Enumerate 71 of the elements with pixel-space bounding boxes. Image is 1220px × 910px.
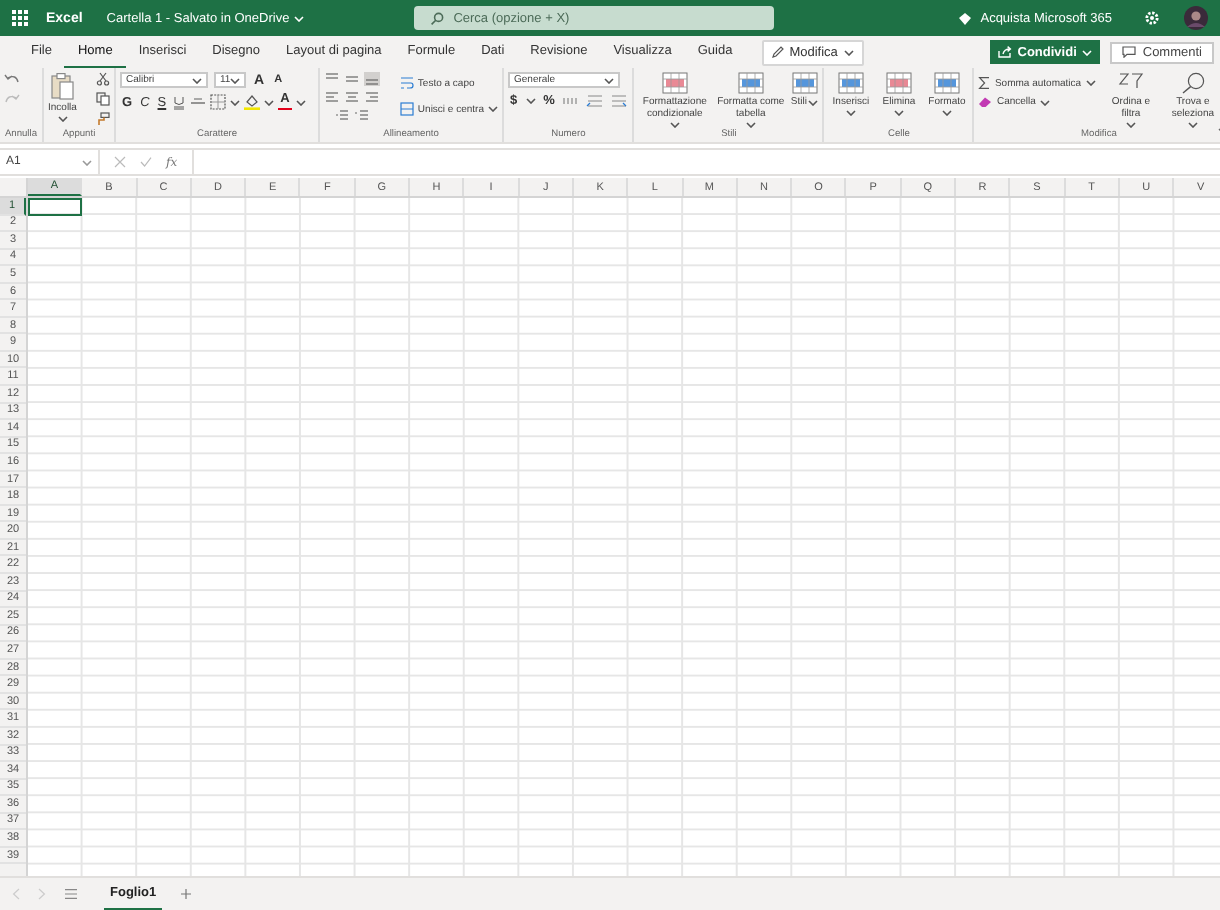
cell-styles-icon [791,72,818,94]
add-sheet-icon[interactable] [180,888,193,900]
sigma-icon [978,76,991,90]
align-right-icon[interactable] [364,90,380,104]
previous-sheet-icon[interactable] [12,888,20,900]
sheet-list-icon[interactable] [64,888,78,900]
caret-icon [230,99,241,105]
increase-indent-icon[interactable] [354,108,370,122]
caret-icon [295,99,306,105]
borders-icon[interactable] [210,94,227,110]
copy-icon[interactable] [96,92,110,106]
comment-icon [1122,46,1137,58]
decrease-indent-icon[interactable] [334,108,350,122]
table-format-icon [737,72,764,94]
next-sheet-icon[interactable] [38,888,46,900]
diamond-icon [958,11,973,25]
check-icon[interactable] [140,156,152,168]
caret-icon [941,110,952,116]
sort-filter-icon [1118,72,1144,94]
avatar-icon[interactable] [1184,6,1208,30]
caret-icon [488,106,498,112]
search-icon [1179,72,1206,94]
search-icon [429,11,444,25]
cancel-icon[interactable] [114,156,126,168]
caret-icon [230,77,241,83]
caret-icon [808,99,819,105]
caret-icon [893,110,904,116]
caret-icon [82,159,92,165]
wrap-text-icon [399,76,414,90]
delete-cells-icon [885,72,912,94]
app-launcher-icon[interactable] [12,10,28,26]
caret-icon [845,110,856,116]
clipboard-icon [50,72,75,100]
eraser-icon [978,96,993,108]
merge-cells-icon [399,102,414,116]
caret-icon [525,98,536,104]
align-left-icon[interactable] [324,90,340,104]
format-painter-icon[interactable] [96,112,110,126]
cut-icon[interactable] [96,72,110,86]
caret-icon [1187,122,1198,128]
caret-icon [1126,122,1136,128]
fill-color-icon[interactable] [244,94,261,110]
caret-icon [604,77,614,83]
strikethrough-icon[interactable] [190,95,207,109]
caret-icon [264,99,275,105]
align-center-icon[interactable] [344,90,360,104]
caret-icon [843,49,854,55]
align-bottom-icon[interactable] [364,72,380,86]
caret-icon [1082,49,1093,55]
caret-icon [669,122,680,128]
align-middle-icon[interactable] [344,72,360,86]
caret-icon [745,122,756,128]
format-cells-icon [933,72,960,94]
caret-icon [1085,80,1096,86]
selected-cell[interactable] [28,198,83,216]
caret-icon [57,116,68,122]
caret-icon [293,15,304,21]
caret-icon [1039,99,1050,105]
double-underline-icon[interactable] [172,95,187,109]
redo-icon[interactable] [4,92,20,106]
undo-icon[interactable] [4,72,20,86]
caret-icon [192,77,202,83]
increase-decimal-icon[interactable] [586,94,605,108]
thousands-separator-icon[interactable] [562,94,581,108]
insert-cells-icon [837,72,864,94]
share-icon [997,46,1012,58]
settings-icon[interactable] [1144,10,1160,26]
select-all-corner[interactable] [0,178,28,198]
conditional-formatting-icon [661,72,688,94]
pencil-icon [771,46,784,58]
decrease-decimal-icon[interactable] [610,94,629,108]
